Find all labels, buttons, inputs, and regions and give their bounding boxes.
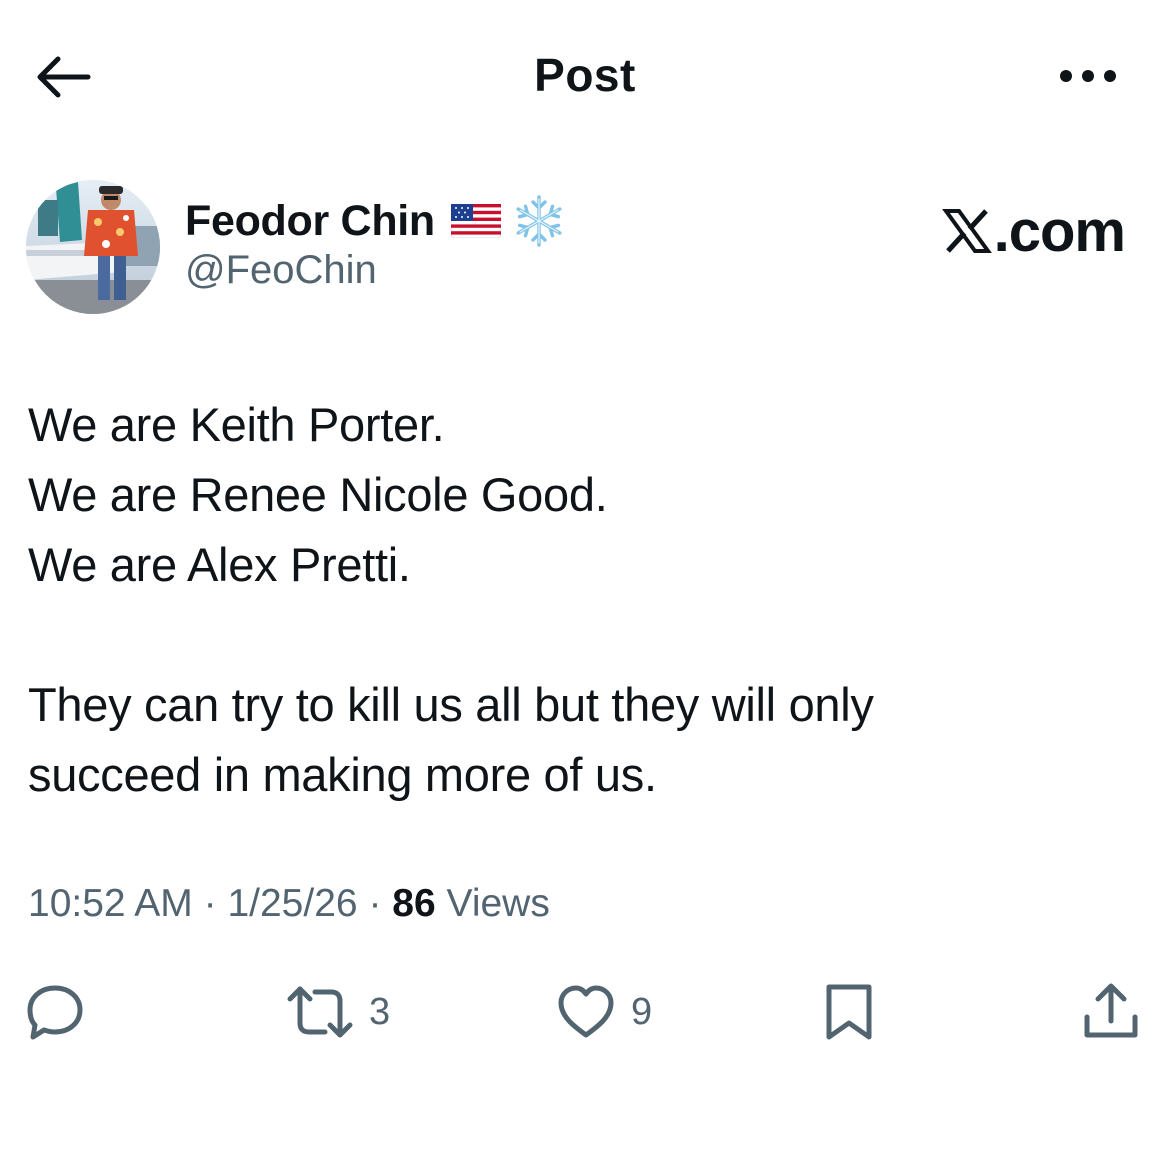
repost-count: 3 — [369, 990, 391, 1033]
xcom-text: .com — [993, 198, 1126, 264]
xcom-watermark: .com — [930, 196, 1126, 266]
like-button[interactable]: 9 — [555, 980, 652, 1044]
repost-button[interactable]: 3 — [285, 980, 390, 1044]
post-line: We are Renee Nicole Good. — [28, 468, 608, 521]
meta-separator: · — [203, 882, 217, 925]
bookmark-icon — [826, 984, 872, 1040]
post-line: We are Keith Porter. — [28, 398, 445, 451]
reply-button[interactable] — [24, 980, 86, 1044]
author-handle[interactable]: @FeoChin — [185, 248, 377, 293]
reply-icon — [27, 985, 83, 1040]
post-body: We are Keith Porter. We are Renee Nicole… — [28, 390, 1138, 810]
repost-icon — [287, 986, 353, 1038]
avatar-photo — [26, 180, 160, 314]
avatar[interactable] — [26, 180, 160, 314]
author-name-row[interactable]: Feodor Chin — [185, 193, 567, 249]
like-count: 9 — [631, 990, 653, 1033]
more-options-button[interactable] — [1050, 52, 1126, 100]
bookmark-button[interactable] — [822, 980, 876, 1044]
display-name[interactable]: Feodor Chin — [185, 197, 435, 246]
meta-separator: · — [368, 882, 382, 925]
page-title: Post — [534, 49, 636, 101]
action-bar: 3 9 — [0, 980, 1170, 1044]
more-horizontal-icon — [1060, 70, 1116, 82]
flag-us-icon — [450, 204, 501, 238]
post-line: They can try to kill us all but they wil… — [28, 678, 874, 731]
share-button[interactable] — [1080, 980, 1142, 1044]
views-count[interactable]: 86 — [392, 882, 435, 925]
snowflake-icon — [516, 195, 562, 247]
views-label[interactable]: Views — [447, 882, 550, 925]
share-icon — [1084, 983, 1138, 1038]
post-line: succeed in making more of us. — [28, 748, 657, 801]
post-meta: 10:52 AM · 1/25/26 · 86 Views — [28, 882, 550, 926]
post-line: We are Alex Pretti. — [28, 538, 411, 591]
top-bar: Post — [0, 0, 1170, 150]
post-date[interactable]: 1/25/26 — [227, 882, 357, 925]
post-time[interactable]: 10:52 AM — [28, 882, 193, 925]
heart-icon — [558, 985, 614, 1038]
x-logo-icon — [941, 209, 992, 253]
